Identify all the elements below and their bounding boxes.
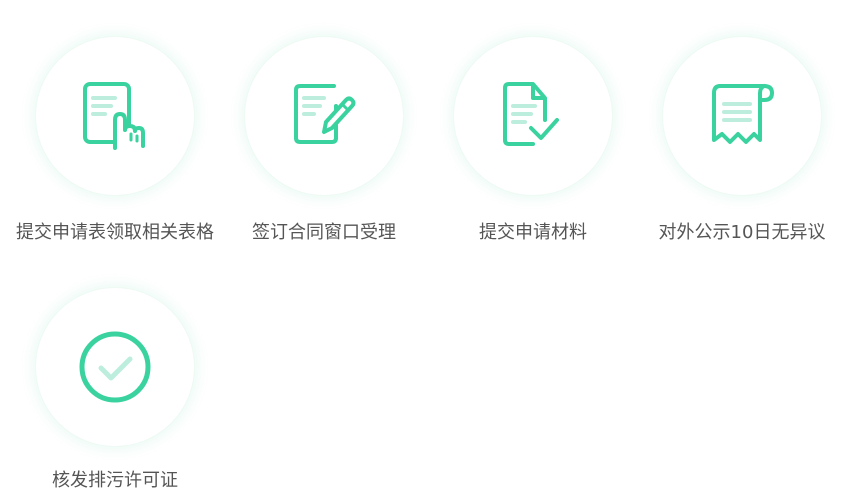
step-icon-circle [35, 36, 195, 196]
step-icon-circle [453, 36, 613, 196]
step-label: 签订合同窗口受理 [252, 222, 396, 243]
step-label: 核发排污许可证 [52, 470, 178, 491]
step-label: 提交申请材料 [479, 222, 587, 243]
step-label: 对外公示10日无异议 [658, 222, 826, 243]
document-pen-icon [294, 84, 356, 144]
step-icon-circle [662, 36, 822, 196]
step-icon-circle [244, 36, 404, 196]
step-label: 提交申请表领取相关表格 [16, 222, 214, 243]
step-icon-circle [35, 287, 195, 447]
document-check-icon [503, 82, 559, 146]
check-circle-icon [79, 331, 151, 403]
receipt-scroll-icon [712, 84, 774, 144]
form-hand-pointer-icon [83, 82, 145, 150]
